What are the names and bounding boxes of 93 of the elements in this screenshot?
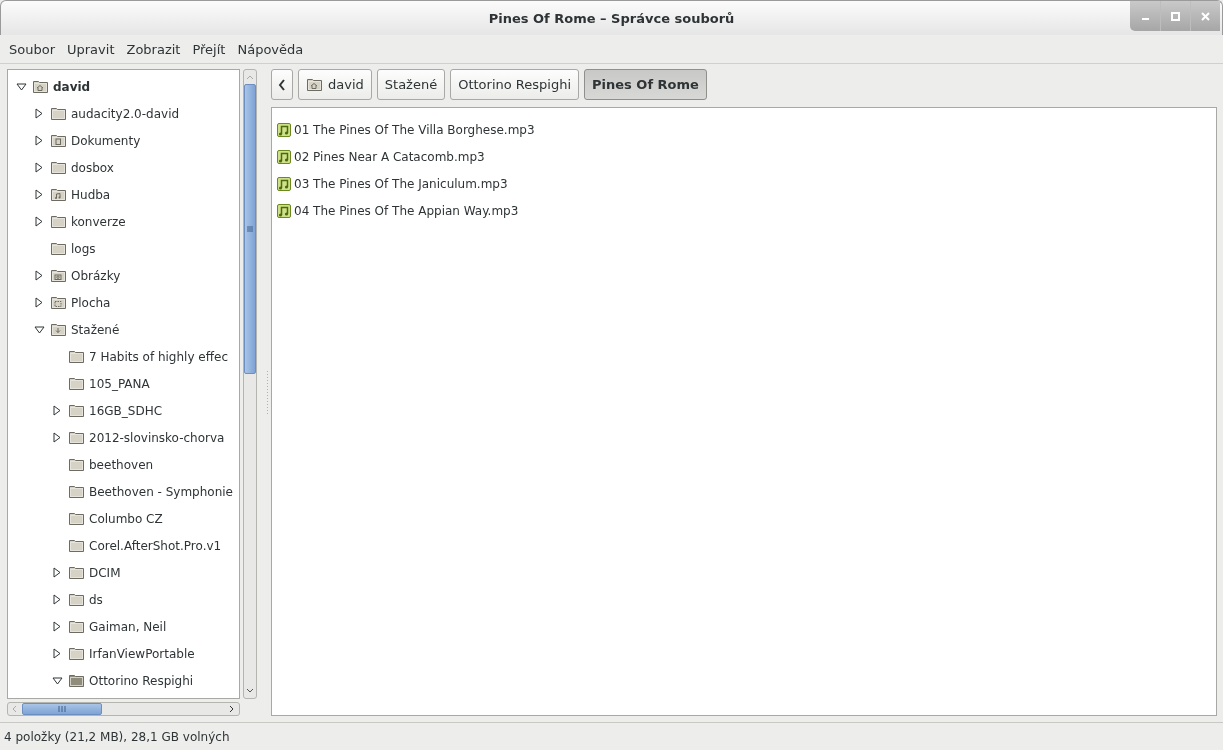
tree-item[interactable]: 7 Habits of highly effec <box>89 349 228 364</box>
tree-item[interactable]: Corel.AfterShot.Pro.v1 <box>89 538 222 553</box>
music-file-icon <box>276 202 292 219</box>
path-button[interactable]: Stažené <box>376 69 446 100</box>
pane-grip-icon[interactable] <box>265 370 269 415</box>
folder-icon <box>68 673 85 688</box>
collapsed-triangle-icon[interactable] <box>35 270 43 281</box>
tree-item[interactable]: 105_PANA <box>89 376 150 391</box>
folder-icon <box>68 592 85 607</box>
folder-icon <box>68 484 85 499</box>
collapsed-triangle-icon[interactable] <box>53 432 61 443</box>
documents-folder-icon <box>50 133 67 148</box>
tree-item[interactable]: Beethoven - Symphonie <box>89 484 233 499</box>
status-text: 4 položky (21,2 MB), 28,1 GB volných <box>4 729 230 744</box>
folder-icon <box>68 457 85 472</box>
expanded-triangle-icon[interactable] <box>51 676 63 685</box>
scrollbar-thumb[interactable] <box>22 703 102 715</box>
file-name[interactable]: 04 The Pines Of The Appian Way.mp3 <box>294 203 519 218</box>
maximize-icon <box>1171 11 1180 21</box>
folder-icon <box>68 511 85 526</box>
grip-icon <box>58 706 66 712</box>
collapsed-triangle-icon[interactable] <box>35 162 43 173</box>
file-name[interactable]: 02 Pines Near A Catacomb.mp3 <box>294 149 485 164</box>
expanded-triangle-icon[interactable] <box>33 325 45 334</box>
vertical-scrollbar[interactable] <box>243 69 257 699</box>
tree-item[interactable]: Hudba <box>71 187 111 202</box>
menu-item[interactable]: Soubor <box>3 41 61 57</box>
tree-item[interactable]: Columbo CZ <box>89 511 163 526</box>
folder-icon <box>68 376 85 391</box>
scrollbar-thumb[interactable] <box>244 84 256 374</box>
home-folder-icon <box>306 77 323 92</box>
horizontal-scrollbar[interactable] <box>7 702 240 716</box>
tree-item[interactable]: david <box>53 79 91 94</box>
menu-item[interactable]: Upravit <box>61 41 121 57</box>
collapsed-triangle-icon[interactable] <box>53 567 61 578</box>
tree-item[interactable]: IrfanViewPortable <box>89 646 195 661</box>
collapsed-triangle-icon[interactable] <box>35 297 43 308</box>
folder-icon <box>50 241 67 256</box>
tree-item[interactable]: Dokumenty <box>71 133 141 148</box>
folder-icon <box>50 214 67 229</box>
camera-folder-icon <box>50 268 67 283</box>
folder-icon <box>68 565 85 580</box>
file-name[interactable]: 01 The Pines Of The Villa Borghese.mp3 <box>294 122 535 137</box>
tree-item[interactable]: ds <box>89 592 103 607</box>
back-button[interactable] <box>271 69 293 100</box>
expanded-triangle-icon[interactable] <box>15 82 27 91</box>
tree-item[interactable]: Obrázky <box>71 268 121 283</box>
home-folder-icon <box>32 79 49 94</box>
tree-item[interactable]: Stažené <box>71 322 120 337</box>
collapsed-triangle-icon[interactable] <box>53 405 61 416</box>
tree-item[interactable]: 2012-slovinsko-chorva <box>89 430 225 445</box>
folder-icon <box>50 106 67 121</box>
tree-item[interactable]: Gaiman, Neil <box>89 619 167 634</box>
path-button[interactable]: Ottorino Respighi <box>450 69 579 100</box>
tree-item[interactable]: DCIM <box>89 565 121 580</box>
download-folder-icon <box>50 322 67 337</box>
music-folder-icon <box>50 187 67 202</box>
tree-item[interactable]: konverze <box>71 214 126 229</box>
file-name[interactable]: 03 The Pines Of The Janiculum.mp3 <box>294 176 508 191</box>
folder-icon <box>68 430 85 445</box>
folder-icon <box>68 403 85 418</box>
collapsed-triangle-icon[interactable] <box>53 594 61 605</box>
tree-item[interactable]: dosbox <box>71 160 114 175</box>
path-button[interactable]: david <box>298 69 372 100</box>
tree-item[interactable]: Plocha <box>71 295 111 310</box>
menu-item[interactable]: Zobrazit <box>120 41 187 57</box>
minimize-icon <box>1141 18 1149 20</box>
tree-item[interactable]: 16GB_SDHC <box>89 403 163 418</box>
music-file-icon <box>276 148 292 165</box>
grip-icon <box>247 226 253 232</box>
folder-icon <box>68 646 85 661</box>
desktop-folder-icon <box>50 295 67 310</box>
window-title: Pines Of Rome – Správce souborů <box>488 10 735 26</box>
folder-icon <box>68 619 85 634</box>
collapsed-triangle-icon[interactable] <box>53 621 61 632</box>
collapsed-triangle-icon[interactable] <box>35 108 43 119</box>
collapsed-triangle-icon[interactable] <box>35 189 43 200</box>
menu-item[interactable]: Nápověda <box>231 41 310 57</box>
tree-item[interactable]: logs <box>71 241 96 256</box>
close-icon <box>1201 11 1210 21</box>
tree-item[interactable]: audacity2.0-david <box>71 106 180 121</box>
folder-icon <box>50 160 67 175</box>
path-button[interactable]: Pines Of Rome <box>584 69 707 100</box>
music-file-icon <box>276 121 292 138</box>
collapsed-triangle-icon[interactable] <box>35 216 43 227</box>
collapsed-triangle-icon[interactable] <box>53 648 61 659</box>
collapsed-triangle-icon[interactable] <box>35 135 43 146</box>
menu-item[interactable]: Přejít <box>186 41 232 57</box>
folder-icon <box>68 349 85 364</box>
folder-icon <box>68 538 85 553</box>
music-file-icon <box>276 175 292 192</box>
tree-item[interactable]: Ottorino Respighi <box>89 673 194 688</box>
tree-item[interactable]: beethoven <box>89 457 154 472</box>
